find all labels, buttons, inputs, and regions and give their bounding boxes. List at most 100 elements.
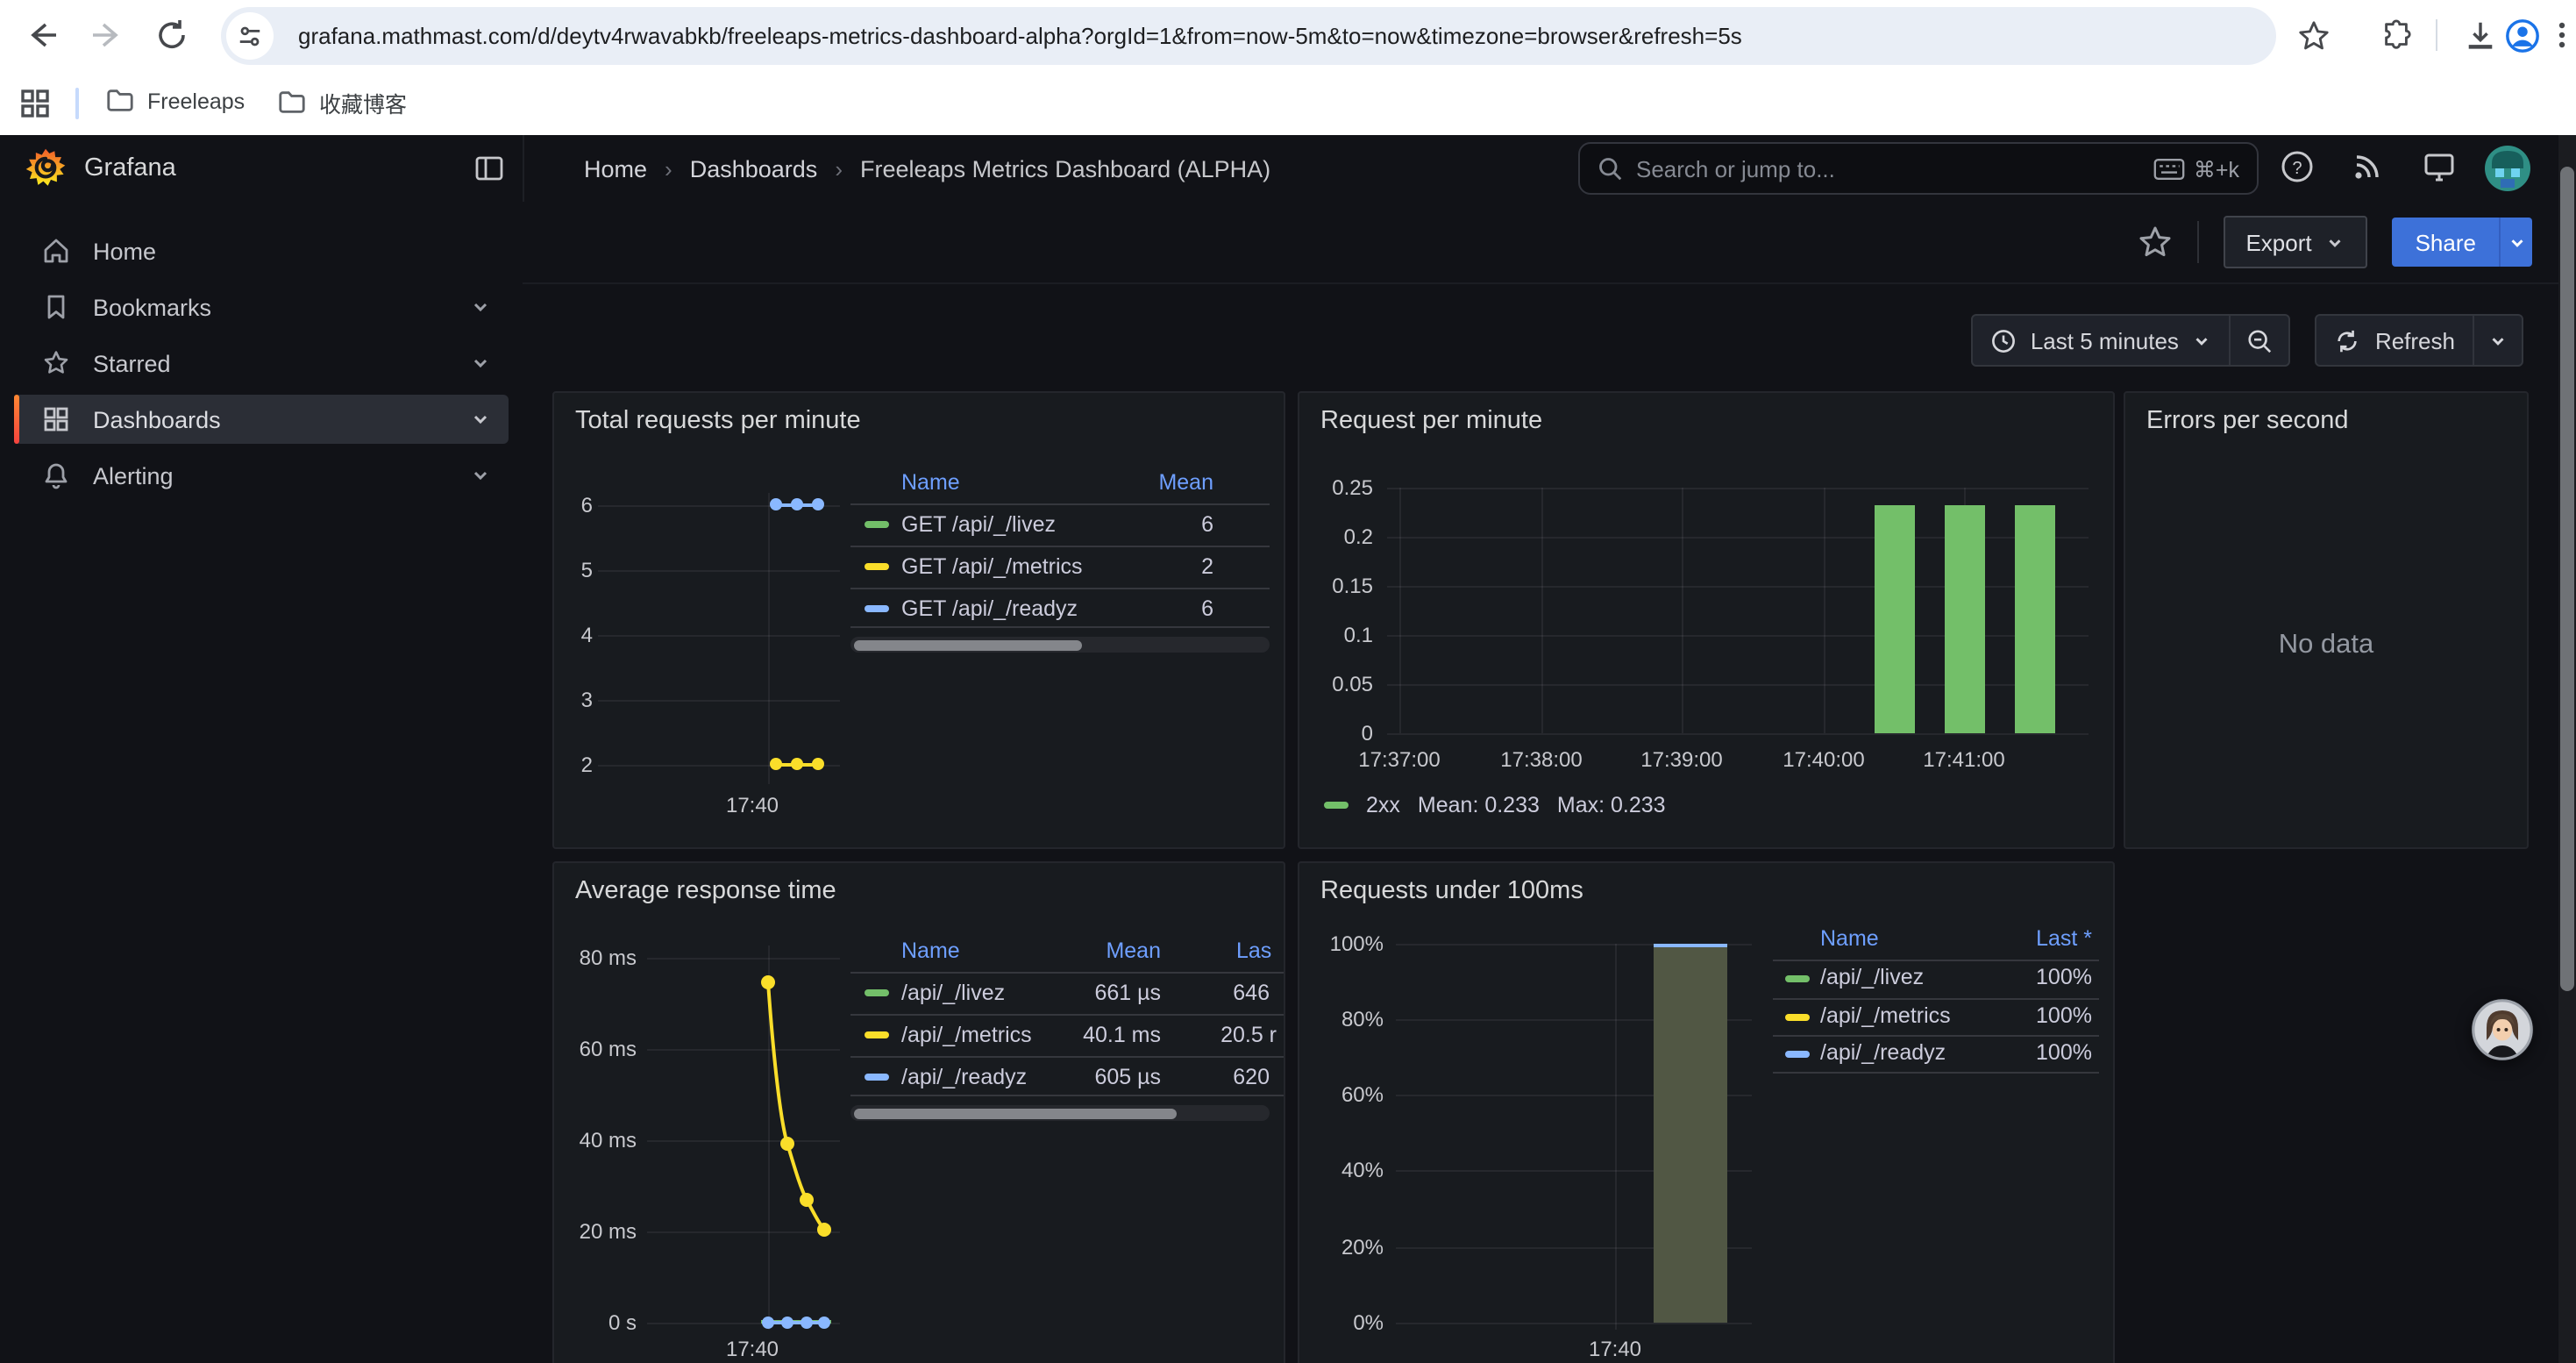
url-bar[interactable]: grafana.mathmast.com/d/deytv4rwavabkb/fr…	[221, 7, 2276, 65]
legend-series-name[interactable]: /api/_/metrics	[1820, 1003, 1951, 1028]
legend-header-name[interactable]: Name	[1820, 926, 1879, 951]
gridline	[1682, 488, 1683, 733]
legend-header-mean[interactable]: Mean	[1028, 938, 1161, 963]
downloads-button[interactable]	[2464, 19, 2497, 61]
breadcrumb: Home › Dashboards › Freeleaps Metrics Da…	[584, 135, 1270, 202]
zoom-out-time-button[interactable]	[2231, 316, 2289, 365]
apps-grid-icon	[19, 88, 51, 119]
back-button[interactable]	[25, 18, 60, 61]
gridline	[1541, 488, 1543, 733]
legend-header-last[interactable]: Last *	[1966, 926, 2092, 951]
legend-series-name[interactable]: GET /api/_/livez	[901, 512, 1056, 537]
page-scrollbar[interactable]	[2558, 135, 2576, 1363]
reload-button[interactable]	[154, 18, 189, 61]
legend-series-name[interactable]: GET /api/_/metrics	[901, 554, 1083, 579]
export-button[interactable]: Export	[2223, 216, 2367, 268]
panel-total-requests[interactable]: Total requests per minute 6 5 4 3 2 17:4…	[552, 391, 1285, 849]
news-button[interactable]	[2350, 149, 2385, 193]
app-root: grafana.mathmast.com/d/deytv4rwavabkb/fr…	[0, 0, 2576, 1363]
profile-button[interactable]	[2504, 18, 2541, 63]
data-point	[770, 758, 782, 770]
chevron-down-icon	[2507, 232, 2526, 252]
bookmark-folder-blogs[interactable]: 收藏博客	[277, 86, 407, 119]
page-scrollbar-thumb[interactable]	[2560, 167, 2574, 991]
share-button[interactable]: Share	[2393, 218, 2499, 267]
puzzle-icon	[2380, 19, 2413, 53]
forward-button[interactable]	[89, 18, 125, 61]
sidebar-item-dashboards[interactable]: Dashboards	[14, 395, 509, 444]
legend-series-name[interactable]: GET /api/_/readyz	[901, 596, 1078, 621]
sidebar-item-label: Home	[93, 238, 156, 264]
legend-header-name[interactable]: Name	[901, 938, 960, 963]
legend-mean: Mean: 0.233	[1418, 793, 1540, 817]
extensions-button[interactable]	[2380, 19, 2413, 61]
sidebar-item-alerting[interactable]: Alerting	[14, 451, 509, 500]
bookmark-folder-freeleaps[interactable]: Freeleaps	[105, 86, 245, 116]
panel-average-response-time[interactable]: Average response time 80 ms 60 ms 40 ms …	[552, 861, 1285, 1363]
site-settings-button[interactable]	[226, 12, 274, 60]
monitor-icon	[2422, 149, 2457, 184]
refresh-button[interactable]: Refresh	[2317, 316, 2473, 365]
sidebar-item-home[interactable]: Home	[14, 226, 509, 275]
legend-series-name[interactable]: /api/_/metrics	[901, 1023, 1032, 1047]
y-tick: 0.1	[1299, 623, 1373, 647]
legend-value: 40.1 ms	[1028, 1023, 1161, 1047]
legend-series-name[interactable]: /api/_/livez	[1820, 965, 1924, 989]
chevron-down-icon[interactable]	[470, 296, 491, 318]
sidebar-item-starred[interactable]: Starred	[14, 339, 509, 388]
y-tick: 3	[554, 688, 593, 712]
chevron-down-icon[interactable]	[470, 409, 491, 430]
legend-value: 646	[1168, 981, 1270, 1005]
series-color-metrics	[865, 1031, 889, 1038]
gridline	[1387, 733, 2089, 735]
legend-header-mean[interactable]: Mean	[1080, 470, 1213, 495]
legend-series-name[interactable]: 2xx	[1366, 793, 1400, 817]
gridline	[1824, 488, 1825, 733]
no-data-message: No data	[2125, 630, 2527, 661]
export-label: Export	[2245, 229, 2311, 255]
bookmark-star-button[interactable]	[2297, 19, 2330, 61]
data-point	[812, 498, 824, 510]
apps-button[interactable]	[19, 88, 51, 128]
y-tick: 0.2	[1299, 525, 1373, 549]
display-button[interactable]	[2422, 149, 2457, 193]
panel-request-per-minute[interactable]: Request per minute 0.25 0.2 0.15 0.1 0.0…	[1298, 391, 2115, 849]
browser-menu-button[interactable]	[2546, 19, 2576, 60]
breadcrumb-dashboards[interactable]: Dashboards	[690, 155, 818, 182]
sidebar-item-label: Bookmarks	[93, 294, 211, 320]
panel-requests-under-100ms[interactable]: Requests under 100ms 100% 80% 60% 40% 20…	[1298, 861, 2115, 1363]
breadcrumb-home[interactable]: Home	[584, 155, 647, 182]
sidebar-toggle-button[interactable]	[473, 153, 505, 193]
legend-header-name[interactable]: Name	[901, 470, 960, 495]
x-tick: 17:38:00	[1489, 747, 1594, 772]
assistant-avatar[interactable]	[2471, 998, 2534, 1061]
legend-series-name[interactable]: /api/_/readyz	[1820, 1040, 1946, 1065]
legend-separator	[1773, 960, 2099, 961]
legend-header-last[interactable]: Las	[1236, 938, 1271, 963]
legend-scrollbar-thumb[interactable]	[854, 639, 1082, 650]
series-color-livez	[865, 989, 889, 996]
refresh-interval-button[interactable]	[2474, 316, 2522, 365]
y-tick: 0.05	[1299, 672, 1373, 696]
chevron-down-icon	[2488, 331, 2508, 350]
search-input[interactable]: Search or jump to... ⌘+k	[1578, 142, 2259, 195]
bar-under-100ms	[1654, 944, 1727, 1323]
sidebar-item-bookmarks[interactable]: Bookmarks	[14, 282, 509, 332]
panel-errors-per-second[interactable]: Errors per second No data	[2124, 391, 2529, 849]
legend-value: 6	[1080, 596, 1213, 621]
help-button[interactable]: ?	[2280, 149, 2315, 193]
profile-icon	[2504, 18, 2541, 54]
user-avatar[interactable]	[2485, 146, 2530, 200]
series-color-2xx	[1324, 802, 1348, 809]
legend-series-name[interactable]: /api/_/livez	[901, 981, 1005, 1005]
legend-scrollbar-thumb[interactable]	[854, 1108, 1177, 1118]
series-color-readyz	[1785, 1051, 1810, 1058]
legend-series-name[interactable]: /api/_/readyz	[901, 1065, 1027, 1089]
share-menu-button[interactable]	[2499, 218, 2532, 267]
chevron-down-icon[interactable]	[470, 353, 491, 374]
chevron-down-icon[interactable]	[470, 465, 491, 486]
kebab-menu-icon	[2546, 19, 2576, 51]
legend-value: 20.5 r	[1168, 1023, 1277, 1047]
time-range-button[interactable]: Last 5 minutes	[1973, 316, 2230, 365]
favorite-dashboard-button[interactable]	[2137, 225, 2172, 260]
